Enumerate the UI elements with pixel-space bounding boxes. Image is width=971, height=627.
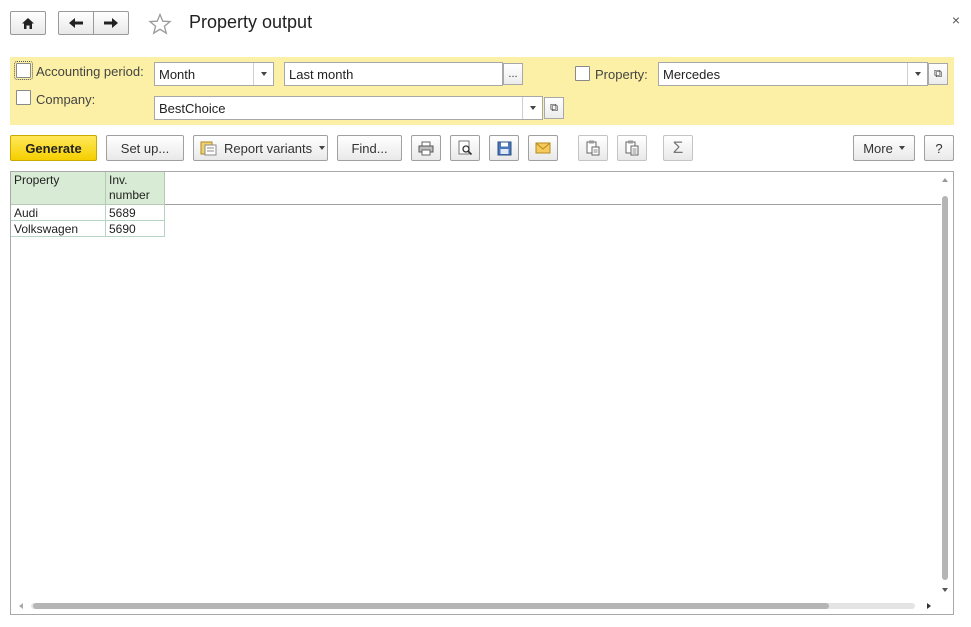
home-button[interactable] (10, 11, 46, 35)
sum-icon: Σ (672, 138, 684, 157)
open-icon: ⧉ (550, 101, 558, 114)
property-checkbox[interactable] (575, 66, 590, 81)
scroll-right-icon[interactable] (925, 601, 933, 611)
report-variants-label: Report variants (224, 140, 313, 156)
chevron-down-icon[interactable] (253, 63, 273, 85)
horizontal-scroll-thumb[interactable] (33, 603, 829, 609)
more-label: More (863, 140, 893, 156)
copy-icon (586, 140, 600, 156)
home-icon (22, 17, 34, 29)
chevron-down-icon (319, 146, 326, 150)
column-header-inv-number: Inv. number (106, 172, 165, 205)
find-button[interactable]: Find... (337, 135, 402, 161)
paste-icon (625, 140, 639, 156)
accounting-period-label: Accounting period: (36, 64, 144, 79)
arrow-right-icon (104, 18, 118, 28)
table-row-1-property: Audi (11, 205, 106, 221)
preview-button[interactable] (450, 135, 480, 161)
vertical-scrollbar[interactable] (940, 176, 950, 598)
open-icon: ⧉ (934, 67, 942, 80)
setup-button[interactable]: Set up... (106, 135, 184, 161)
table-row-2-inv-number: 5690 (106, 221, 165, 237)
mail-button[interactable] (528, 135, 558, 161)
chevron-down-icon[interactable] (522, 97, 542, 119)
company-field[interactable]: BestChoice (154, 96, 543, 120)
report-variants-button[interactable]: Report variants (193, 135, 328, 161)
generate-button[interactable]: Generate (10, 135, 97, 161)
printer-icon (418, 141, 434, 155)
print-button[interactable] (411, 135, 441, 161)
save-icon (497, 141, 511, 155)
accounting-period-checkbox[interactable] (14, 61, 33, 80)
forward-button[interactable] (93, 11, 129, 35)
column-header-property: Property (11, 172, 106, 205)
property-value: Mercedes (663, 67, 721, 82)
company-label: Company: (36, 92, 96, 107)
filter-panel: Accounting period: Month Last month ... … (10, 57, 954, 125)
period-type-value: Month (159, 67, 196, 82)
scroll-down-icon[interactable] (940, 586, 950, 594)
back-button[interactable] (58, 11, 94, 35)
copy-button[interactable] (578, 135, 608, 161)
scroll-up-icon[interactable] (940, 176, 950, 184)
close-icon[interactable]: × (952, 12, 960, 28)
property-label: Property: (595, 67, 648, 82)
star-icon (148, 12, 172, 35)
company-value: BestChoice (159, 101, 226, 116)
favorite-button[interactable] (148, 12, 172, 35)
save-button[interactable] (489, 135, 519, 161)
report-spreadsheet[interactable]: Property Inv. number Audi 5689 Volkswage… (10, 171, 954, 615)
chevron-down-icon (898, 146, 905, 150)
report-variants-icon (200, 141, 217, 156)
period-select-button[interactable]: ... (503, 63, 523, 85)
help-button[interactable]: ? (924, 135, 954, 161)
vertical-scroll-thumb[interactable] (942, 196, 948, 580)
paste-button[interactable] (617, 135, 647, 161)
table-row-1-inv-number: 5689 (106, 205, 165, 221)
period-value-field[interactable]: Last month (284, 62, 503, 86)
scroll-left-icon[interactable] (17, 601, 25, 611)
table-row-2-property: Volkswagen (11, 221, 106, 237)
property-field[interactable]: Mercedes (658, 62, 928, 86)
property-open-button[interactable]: ⧉ (928, 63, 948, 85)
period-value: Last month (289, 67, 354, 82)
company-checkbox[interactable] (16, 90, 31, 105)
chevron-down-icon[interactable] (907, 63, 927, 85)
company-open-button[interactable]: ⧉ (544, 97, 564, 119)
sum-button[interactable]: Σ (663, 135, 693, 161)
mail-icon (535, 142, 551, 154)
page-title: Property output (189, 12, 313, 32)
print-preview-icon (458, 140, 473, 156)
horizontal-scrollbar[interactable] (15, 601, 937, 611)
period-type-select[interactable]: Month (154, 62, 274, 86)
arrow-left-icon (69, 18, 83, 28)
more-button[interactable]: More (853, 135, 915, 161)
